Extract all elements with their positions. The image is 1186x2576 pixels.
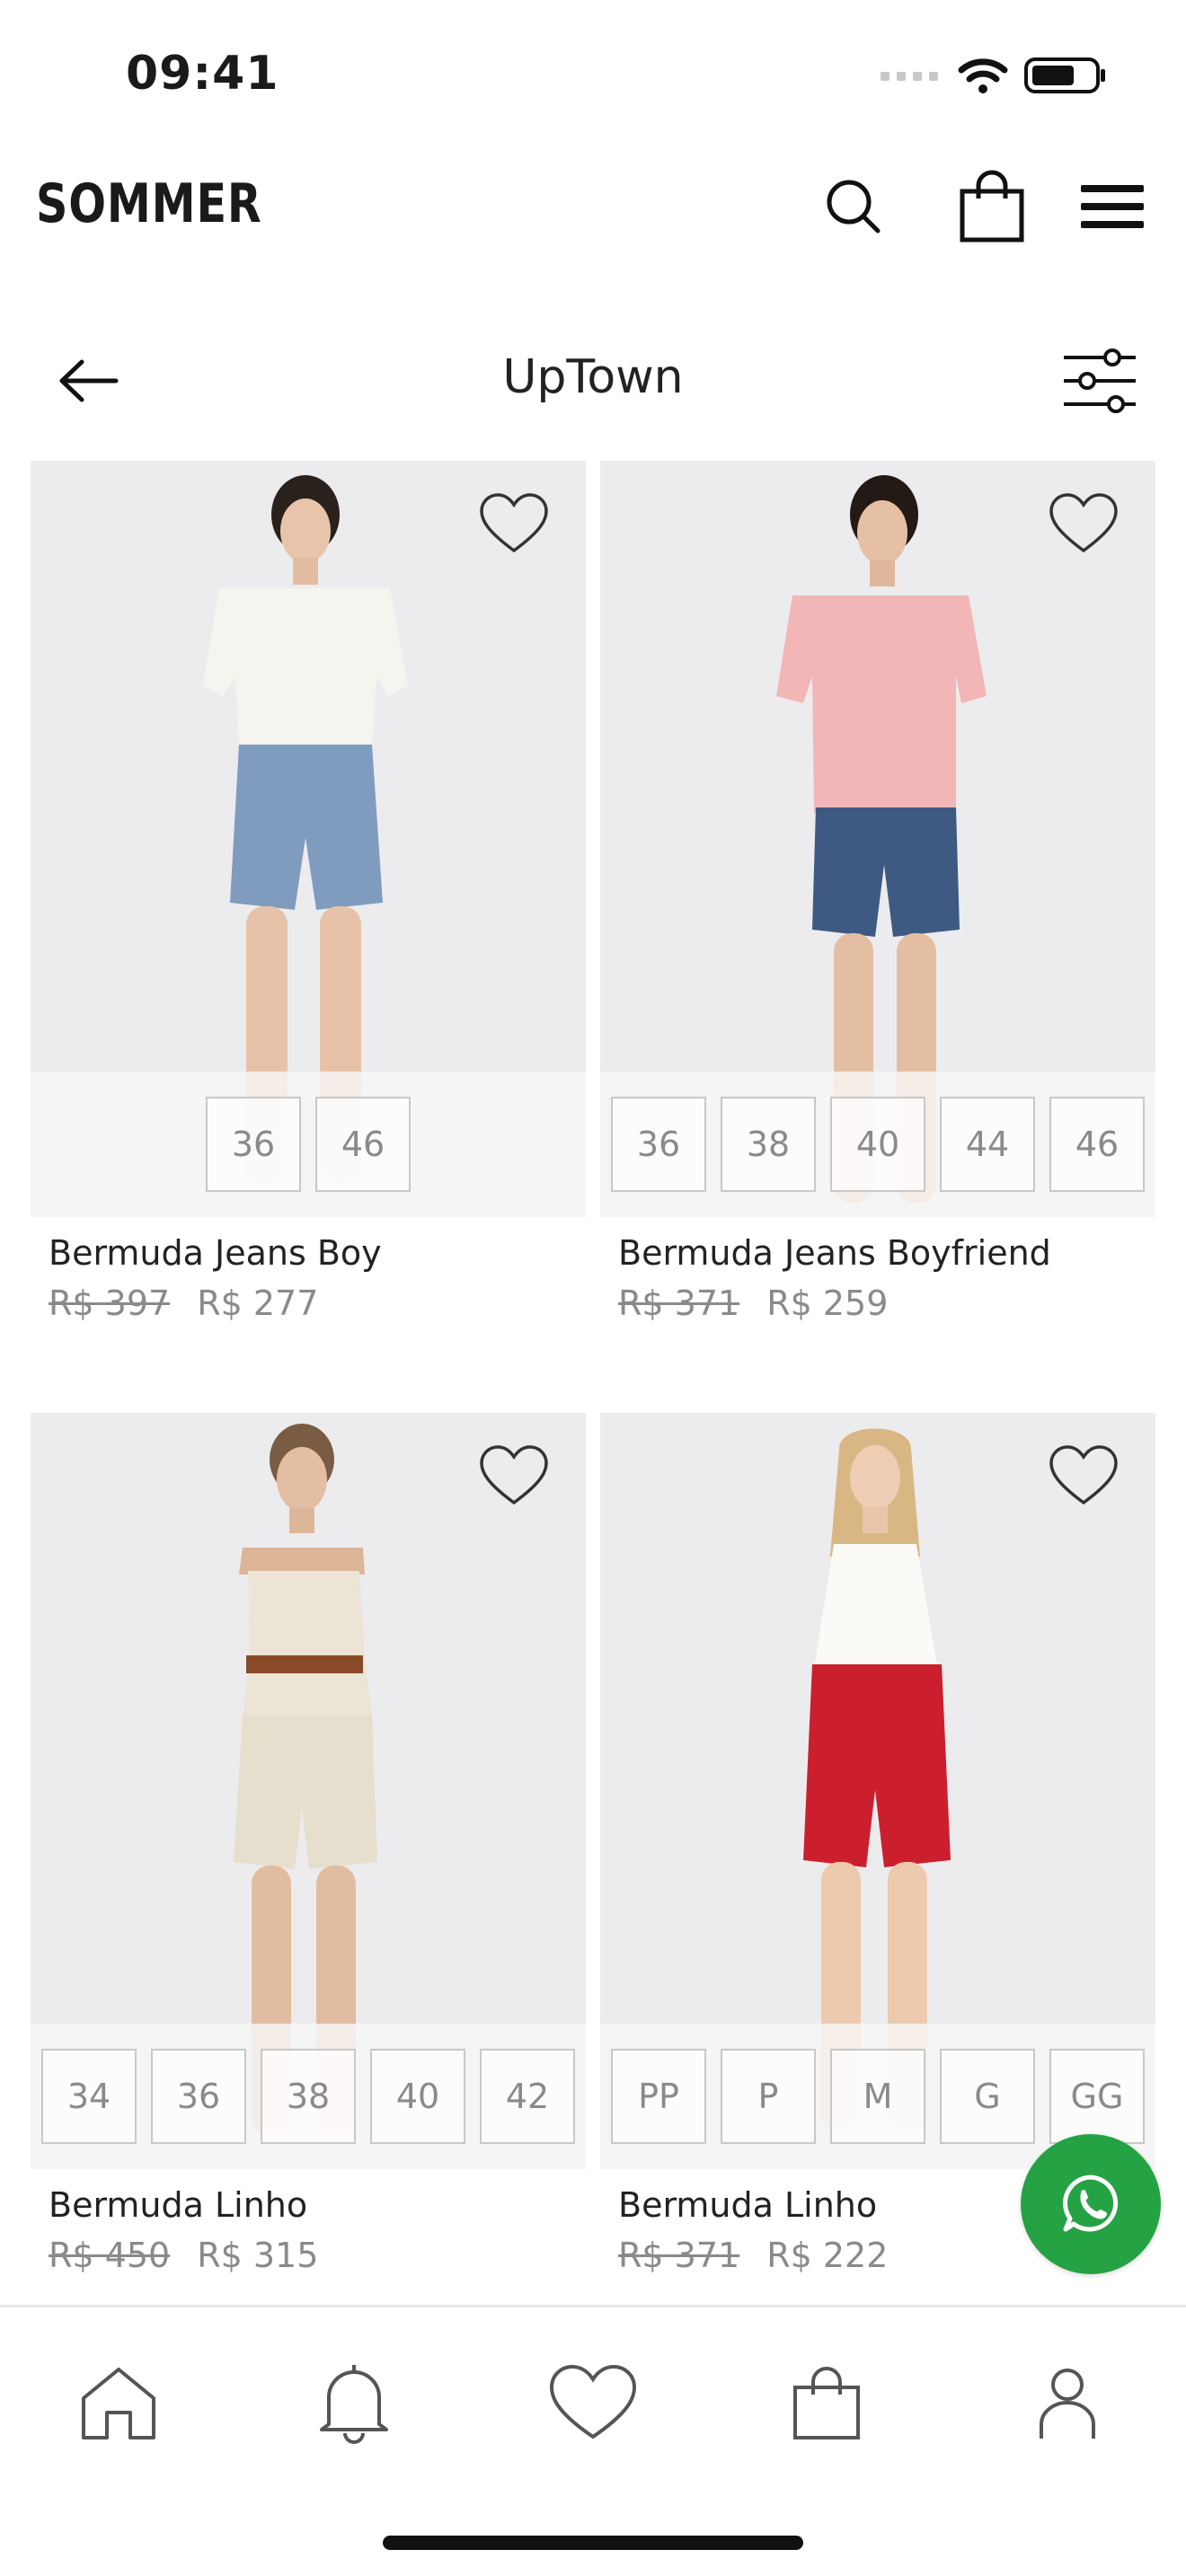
heart-outline-icon[interactable] xyxy=(476,486,552,561)
user-icon[interactable] xyxy=(1022,2358,1112,2448)
size-chip[interactable]: 38 xyxy=(721,1097,816,1192)
heart-outline-icon[interactable] xyxy=(476,1438,552,1513)
collection-header: UpTown xyxy=(0,332,1186,422)
wifi-icon xyxy=(958,58,1008,93)
product-card[interactable]: 36 46 Bermuda Jeans Boy R$ 397 R$ 277 xyxy=(31,461,586,1323)
search-icon[interactable] xyxy=(816,169,891,244)
whatsapp-button[interactable] xyxy=(1021,2134,1161,2274)
size-chip[interactable]: 38 xyxy=(261,2049,356,2144)
garment-top xyxy=(814,1544,938,1670)
size-chip[interactable]: 34 xyxy=(41,2049,137,2144)
bottom-navigation xyxy=(0,2305,1186,2576)
status-icons xyxy=(881,56,1107,95)
sale-price: R$ 277 xyxy=(197,1284,319,1323)
menu-icon[interactable] xyxy=(1075,169,1150,244)
home-icon[interactable] xyxy=(74,2358,164,2448)
sale-price: R$ 315 xyxy=(197,2236,319,2275)
size-chip[interactable]: 36 xyxy=(151,2049,246,2144)
price-row: R$ 397 R$ 277 xyxy=(49,1284,586,1323)
battery-icon xyxy=(1024,57,1105,93)
size-chip[interactable]: G xyxy=(940,2049,1035,2144)
size-chip[interactable]: P xyxy=(721,2049,816,2144)
size-chip[interactable]: 46 xyxy=(1049,1097,1145,1192)
size-options: 34 36 38 40 42 xyxy=(31,2024,586,2169)
status-time: 09:41 xyxy=(126,47,279,101)
sale-price: R$ 259 xyxy=(766,1284,889,1323)
heart-icon[interactable] xyxy=(548,2358,638,2448)
status-bar: 09:41 xyxy=(0,0,1186,135)
filter-sliders-icon[interactable] xyxy=(1058,340,1141,422)
heart-outline-icon[interactable] xyxy=(1046,486,1121,561)
size-chip[interactable]: 40 xyxy=(830,1097,925,1192)
product-image[interactable]: 34 36 38 40 42 xyxy=(31,1413,586,2169)
sale-price: R$ 222 xyxy=(766,2236,889,2275)
price-row: R$ 450 R$ 315 xyxy=(49,2236,586,2275)
bag-icon[interactable] xyxy=(782,2358,872,2448)
shopping-bag-icon[interactable] xyxy=(954,169,1030,244)
original-price: R$ 397 xyxy=(49,1284,171,1323)
brand-logo[interactable]: SOMMER xyxy=(36,172,262,235)
product-card[interactable]: 34 36 38 40 42 Bermuda Linho R$ 450 R$ 3… xyxy=(31,1413,586,2275)
size-chip[interactable]: PP xyxy=(611,2049,706,2144)
size-options: 36 46 xyxy=(31,1072,586,1217)
signal-icon xyxy=(881,72,938,81)
size-chip[interactable]: 36 xyxy=(206,1097,301,1192)
product-image[interactable]: 36 46 xyxy=(31,461,586,1217)
size-chip[interactable]: 42 xyxy=(480,2049,575,2144)
original-price: R$ 371 xyxy=(618,2236,740,2275)
collection-title: UpTown xyxy=(502,350,684,404)
size-chip[interactable]: 44 xyxy=(940,1097,1035,1192)
product-image[interactable]: PP P M G GG xyxy=(600,1413,1155,2169)
product-image[interactable]: 36 38 40 44 46 xyxy=(600,461,1155,1217)
size-chip[interactable]: GG xyxy=(1049,2049,1145,2144)
price-row: R$ 371 R$ 259 xyxy=(618,1284,1155,1323)
product-name[interactable]: Bermuda Linho xyxy=(49,2185,586,2225)
product-name[interactable]: Bermuda Jeans Boy xyxy=(49,1233,586,1273)
product-name[interactable]: Bermuda Jeans Boyfriend xyxy=(618,1233,1155,1273)
size-chip[interactable]: M xyxy=(830,2049,925,2144)
garment-top xyxy=(243,1571,372,1718)
original-price: R$ 371 xyxy=(618,1284,740,1323)
whatsapp-icon xyxy=(1063,2175,1119,2232)
original-price: R$ 450 xyxy=(49,2236,171,2275)
size-options: 36 38 40 44 46 xyxy=(600,1072,1155,1217)
product-card[interactable]: 36 38 40 44 46 Bermuda Jeans Boyfriend R… xyxy=(600,461,1155,1323)
size-chip[interactable]: 40 xyxy=(370,2049,465,2144)
app-header: SOMMER xyxy=(0,153,1186,260)
bell-icon[interactable] xyxy=(309,2358,399,2448)
heart-outline-icon[interactable] xyxy=(1046,1438,1121,1513)
home-indicator xyxy=(383,2536,803,2550)
size-chip[interactable]: 46 xyxy=(315,1097,411,1192)
size-chip[interactable]: 36 xyxy=(611,1097,706,1192)
